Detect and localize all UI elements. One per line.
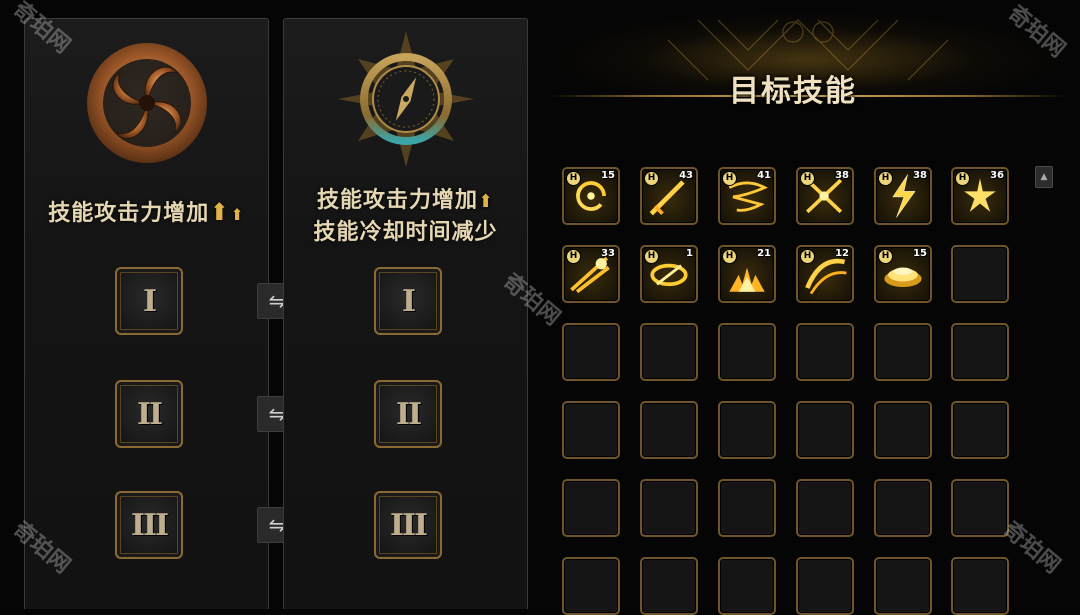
target-skills-title: 目标技能 — [729, 74, 857, 109]
empty-skill-slot[interactable] — [796, 401, 854, 459]
empty-skill-slot[interactable] — [874, 557, 932, 615]
hotkey-badge: H — [644, 249, 659, 264]
empty-skill-slot[interactable] — [718, 401, 776, 459]
skill-slot[interactable]: H 38 — [796, 167, 854, 225]
skill-slot[interactable]: H 33 — [562, 245, 620, 303]
hotkey-badge: H — [722, 171, 737, 186]
left-rune-slot-2[interactable]: II — [115, 380, 183, 448]
empty-skill-slot[interactable] — [718, 323, 776, 381]
rune-slot-label: I — [142, 283, 157, 319]
skill-level-label: 33 — [601, 248, 615, 259]
empty-skill-slot[interactable] — [640, 557, 698, 615]
skill-level-label: 36 — [990, 170, 1004, 181]
empty-skill-slot[interactable] — [562, 323, 620, 381]
skill-slot[interactable]: H 15 — [562, 167, 620, 225]
skill-level-label: 38 — [913, 170, 927, 181]
hotkey-badge: H — [878, 171, 893, 186]
up-arrow-icon: ⬆ — [209, 197, 231, 226]
skill-slot[interactable]: H 15 — [874, 245, 932, 303]
rune-slot-label: II — [136, 396, 163, 432]
empty-skill-slot[interactable] — [951, 323, 1009, 381]
skill-level-label: 38 — [835, 170, 849, 181]
left-panel-title-text: 技能攻击力增加 — [48, 200, 210, 226]
skill-slot[interactable]: H 21 — [718, 245, 776, 303]
up-arrow-small-icon: ⬆ — [230, 205, 245, 224]
skill-level-label: 15 — [601, 170, 615, 181]
scroll-up-arrow-icon: ▲ — [1040, 172, 1048, 182]
hotkey-badge: H — [955, 171, 970, 186]
right-panel-title-line1: 技能攻击力增加⬆ — [284, 185, 527, 217]
skill-slot[interactable]: H 43 — [640, 167, 698, 225]
empty-skill-slot[interactable] — [951, 401, 1009, 459]
hotkey-badge: H — [878, 249, 893, 264]
empty-skill-slot[interactable] — [562, 557, 620, 615]
skill-level-label: 1 — [686, 248, 693, 259]
right-rune-panel: 技能攻击力增加⬆ 技能冷却时间减少 I II III — [283, 18, 528, 609]
skill-slot[interactable]: H 12 — [796, 245, 854, 303]
fire-spiral-emblem-icon — [86, 43, 207, 163]
empty-skill-slot[interactable] — [640, 401, 698, 459]
rune-slot-label: I — [401, 283, 416, 319]
skill-slot[interactable]: H 38 — [874, 167, 932, 225]
empty-skill-slot[interactable] — [951, 479, 1009, 537]
empty-skill-slot[interactable] — [640, 323, 698, 381]
empty-skill-slot[interactable] — [718, 557, 776, 615]
left-rune-slot-1[interactable]: I — [115, 267, 183, 335]
left-rune-slot-3[interactable]: III — [115, 491, 183, 559]
empty-skill-slot[interactable] — [640, 479, 698, 537]
hotkey-badge: H — [722, 249, 737, 264]
skill-slot[interactable]: H 36 — [951, 167, 1009, 225]
scroll-up-button[interactable]: ▲ — [1035, 166, 1053, 188]
left-rune-panel: 技能攻击力增加⬆⬆ I II III — [24, 18, 269, 609]
empty-skill-slot[interactable] — [718, 479, 776, 537]
hotkey-badge: H — [800, 249, 815, 264]
compass-emblem-icon — [337, 31, 474, 167]
skill-level-label: 41 — [757, 170, 771, 181]
right-panel-title: 技能攻击力增加⬆ 技能冷却时间减少 — [284, 185, 527, 247]
skill-level-label: 12 — [835, 248, 849, 259]
hotkey-badge: H — [566, 249, 581, 264]
rune-slot-label: III — [130, 507, 169, 543]
empty-skill-slot[interactable] — [951, 245, 1009, 303]
empty-skill-slot[interactable] — [562, 401, 620, 459]
right-rune-slot-3[interactable]: III — [374, 491, 442, 559]
empty-skill-slot[interactable] — [562, 479, 620, 537]
right-rune-slot-2[interactable]: II — [374, 380, 442, 448]
up-arrow-icon: ⬆ — [477, 191, 495, 212]
skill-level-label: 21 — [757, 248, 771, 259]
empty-skill-slot[interactable] — [874, 401, 932, 459]
hotkey-badge: H — [644, 171, 659, 186]
right-panel-title-text-2: 技能冷却时间减少 — [313, 219, 498, 245]
hotkey-badge: H — [800, 171, 815, 186]
skill-slot[interactable]: H 41 — [718, 167, 776, 225]
empty-skill-slot[interactable] — [951, 557, 1009, 615]
empty-skill-slot[interactable] — [796, 323, 854, 381]
rune-slot-label: II — [395, 396, 422, 432]
skill-level-label: 15 — [913, 248, 927, 259]
empty-skill-slot[interactable] — [874, 323, 932, 381]
skill-level-label: 43 — [679, 170, 693, 181]
rune-slot-label: III — [389, 507, 428, 543]
right-panel-title-text-1: 技能攻击力增加 — [316, 187, 478, 213]
skill-slot[interactable]: H1 — [640, 245, 698, 303]
empty-skill-slot[interactable] — [796, 557, 854, 615]
hotkey-badge: H — [566, 171, 581, 186]
right-rune-slot-1[interactable]: I — [374, 267, 442, 335]
left-panel-title: 技能攻击力增加⬆⬆ — [25, 197, 268, 230]
empty-skill-slot[interactable] — [874, 479, 932, 537]
empty-skill-slot[interactable] — [796, 479, 854, 537]
